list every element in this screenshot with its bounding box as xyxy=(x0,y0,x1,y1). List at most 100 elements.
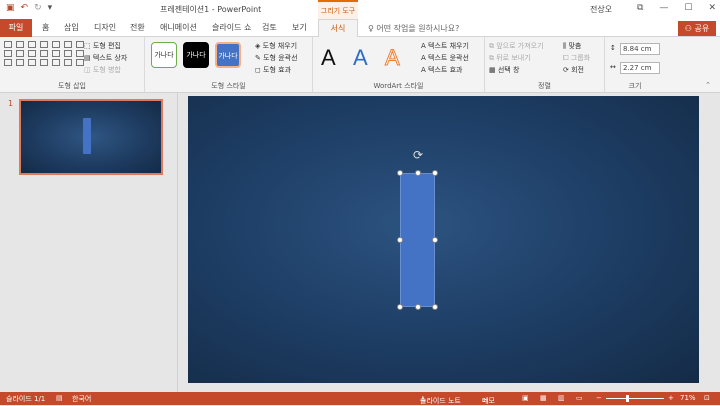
shape-item[interactable] xyxy=(76,59,84,66)
shape-item[interactable] xyxy=(40,59,48,66)
shape-item[interactable] xyxy=(52,50,60,57)
maximize-icon[interactable]: ☐ xyxy=(684,3,692,13)
resize-handle[interactable] xyxy=(397,237,403,243)
bring-forward-icon: ⧉ xyxy=(489,42,494,50)
shape-item[interactable] xyxy=(4,41,12,48)
customize-icon[interactable]: ▾ xyxy=(48,3,53,13)
shape-item[interactable] xyxy=(28,50,36,57)
tab-file[interactable]: 파일 xyxy=(0,19,32,37)
shape-style-outline-green[interactable]: 가나다 xyxy=(151,42,177,68)
wordart-style-orange[interactable]: A xyxy=(385,45,401,71)
wordart-style-blue[interactable]: A xyxy=(353,45,368,71)
slideshow-view-icon[interactable]: ▭ xyxy=(576,394,583,402)
undo-icon[interactable]: ↶ xyxy=(21,3,29,13)
shape-item[interactable] xyxy=(4,59,12,66)
redo-icon[interactable]: ↻ xyxy=(34,3,42,13)
text-fill-button[interactable]: A 텍스트 채우기 xyxy=(421,41,469,51)
slide-sorter-icon[interactable]: ▦ xyxy=(540,394,547,402)
edit-shape-button[interactable]: ⬚ 도형 편집 xyxy=(84,41,121,51)
resize-handle[interactable] xyxy=(415,304,421,310)
shape-height-input[interactable]: 8.84 cm xyxy=(620,43,660,55)
tab-home[interactable]: 홈 xyxy=(42,22,49,33)
slide[interactable]: ⟳ xyxy=(188,96,699,383)
group-button[interactable]: ⧠ 그룹화 xyxy=(563,53,590,63)
normal-view-icon[interactable]: ▣ xyxy=(522,394,529,402)
merge-shapes-button[interactable]: ◫ 도형 병합 xyxy=(84,65,121,75)
tab-design[interactable]: 디자인 xyxy=(94,22,116,33)
resize-handle[interactable] xyxy=(397,170,403,176)
close-icon[interactable]: ✕ xyxy=(708,3,716,13)
language[interactable]: 한국어 xyxy=(72,394,91,404)
effects-icon: ◻ xyxy=(255,66,261,74)
reading-view-icon[interactable]: ▥ xyxy=(558,394,565,402)
editing-canvas: ⟳ xyxy=(179,93,720,392)
wordart-style-black[interactable]: A xyxy=(321,45,336,71)
paint-bucket-icon: ◈ xyxy=(255,42,261,50)
shape-item[interactable] xyxy=(76,41,84,48)
shape-item[interactable] xyxy=(16,50,24,57)
resize-handle[interactable] xyxy=(432,237,438,243)
tell-me-box[interactable]: ♀ 어떤 작업을 원하시나요? xyxy=(368,23,459,34)
zoom-out-icon[interactable]: − xyxy=(596,394,602,402)
tab-view[interactable]: 보기 xyxy=(292,22,307,33)
resize-handle[interactable] xyxy=(432,170,438,176)
drawing-tools-title: 그리기 도구 xyxy=(318,0,358,19)
user-name[interactable]: 전상오 xyxy=(590,4,612,15)
tab-format[interactable]: 서식 xyxy=(318,19,358,38)
thumbnail-shape xyxy=(83,118,91,154)
zoom-slider-track[interactable] xyxy=(606,398,664,399)
zoom-level[interactable]: 71% xyxy=(680,394,696,402)
slide-thumbnail[interactable] xyxy=(19,99,163,175)
fit-to-window-icon[interactable]: ⊡ xyxy=(704,394,710,402)
bring-forward-button[interactable]: ⧉ 앞으로 가져오기 xyxy=(489,41,544,51)
text-box-button[interactable]: ▤ 텍스트 상자 xyxy=(84,53,127,63)
shape-style-black[interactable]: 가나다 xyxy=(183,42,209,68)
rotate-icon: ⟳ xyxy=(563,66,569,74)
ribbon-display-icon[interactable]: ⧉ xyxy=(637,3,643,13)
tab-insert[interactable]: 삽입 xyxy=(64,22,79,33)
shape-width-input[interactable]: 2.27 cm xyxy=(620,62,660,74)
shape-item[interactable] xyxy=(40,50,48,57)
selection-pane-button[interactable]: ▦ 선택 창 xyxy=(489,65,519,75)
shape-gallery[interactable] xyxy=(4,41,84,66)
resize-handle[interactable] xyxy=(432,304,438,310)
zoom-in-icon[interactable]: + xyxy=(668,394,674,402)
resize-handle[interactable] xyxy=(415,170,421,176)
minimize-icon[interactable]: — xyxy=(659,3,668,13)
text-outline-button[interactable]: A 텍스트 윤곽선 xyxy=(421,53,469,63)
save-icon[interactable]: ▣ xyxy=(6,3,15,13)
shape-item[interactable] xyxy=(28,59,36,66)
tab-review[interactable]: 검토 xyxy=(262,22,277,33)
shape-item[interactable] xyxy=(4,50,12,57)
text-effects-button[interactable]: A 텍스트 효과 xyxy=(421,65,462,75)
send-backward-button[interactable]: ⧉ 뒤로 보내기 xyxy=(489,53,531,63)
shape-item[interactable] xyxy=(40,41,48,48)
group-label: 도형 삽입 xyxy=(58,82,86,90)
rotate-button[interactable]: ⟳ 회전 xyxy=(563,65,584,75)
spellcheck-icon[interactable]: ▤ xyxy=(56,394,63,402)
text-effects-label: 텍스트 효과 xyxy=(428,66,463,74)
share-button[interactable]: ⚇ 공유 xyxy=(678,21,716,36)
align-button[interactable]: ⫼ 맞춤 xyxy=(563,41,581,51)
tab-animations[interactable]: 애니메이션 xyxy=(160,22,197,33)
shape-item[interactable] xyxy=(64,41,72,48)
shape-item[interactable] xyxy=(16,41,24,48)
resize-handle[interactable] xyxy=(397,304,403,310)
shape-item[interactable] xyxy=(52,59,60,66)
rotate-handle-icon[interactable]: ⟳ xyxy=(413,148,423,162)
tab-transitions[interactable]: 전환 xyxy=(130,22,145,33)
shape-fill-button[interactable]: ◈ 도형 채우기 xyxy=(255,41,297,51)
shape-outline-button[interactable]: ✎ 도형 윤곽선 xyxy=(255,53,298,63)
selected-rectangle-shape[interactable] xyxy=(400,173,435,307)
shape-effects-button[interactable]: ◻ 도형 효과 xyxy=(255,65,291,75)
shape-style-blue-selected[interactable]: 가나다 xyxy=(215,42,241,68)
tab-slideshow[interactable]: 슬라이드 쇼 xyxy=(212,22,251,33)
zoom-slider-thumb[interactable] xyxy=(626,395,629,402)
shape-item[interactable] xyxy=(16,59,24,66)
shape-item[interactable] xyxy=(64,59,72,66)
collapse-ribbon-icon[interactable]: ⌃ xyxy=(705,81,711,89)
shape-item[interactable] xyxy=(76,50,84,57)
shape-item[interactable] xyxy=(64,50,72,57)
shape-item[interactable] xyxy=(28,41,36,48)
shape-item[interactable] xyxy=(52,41,60,48)
